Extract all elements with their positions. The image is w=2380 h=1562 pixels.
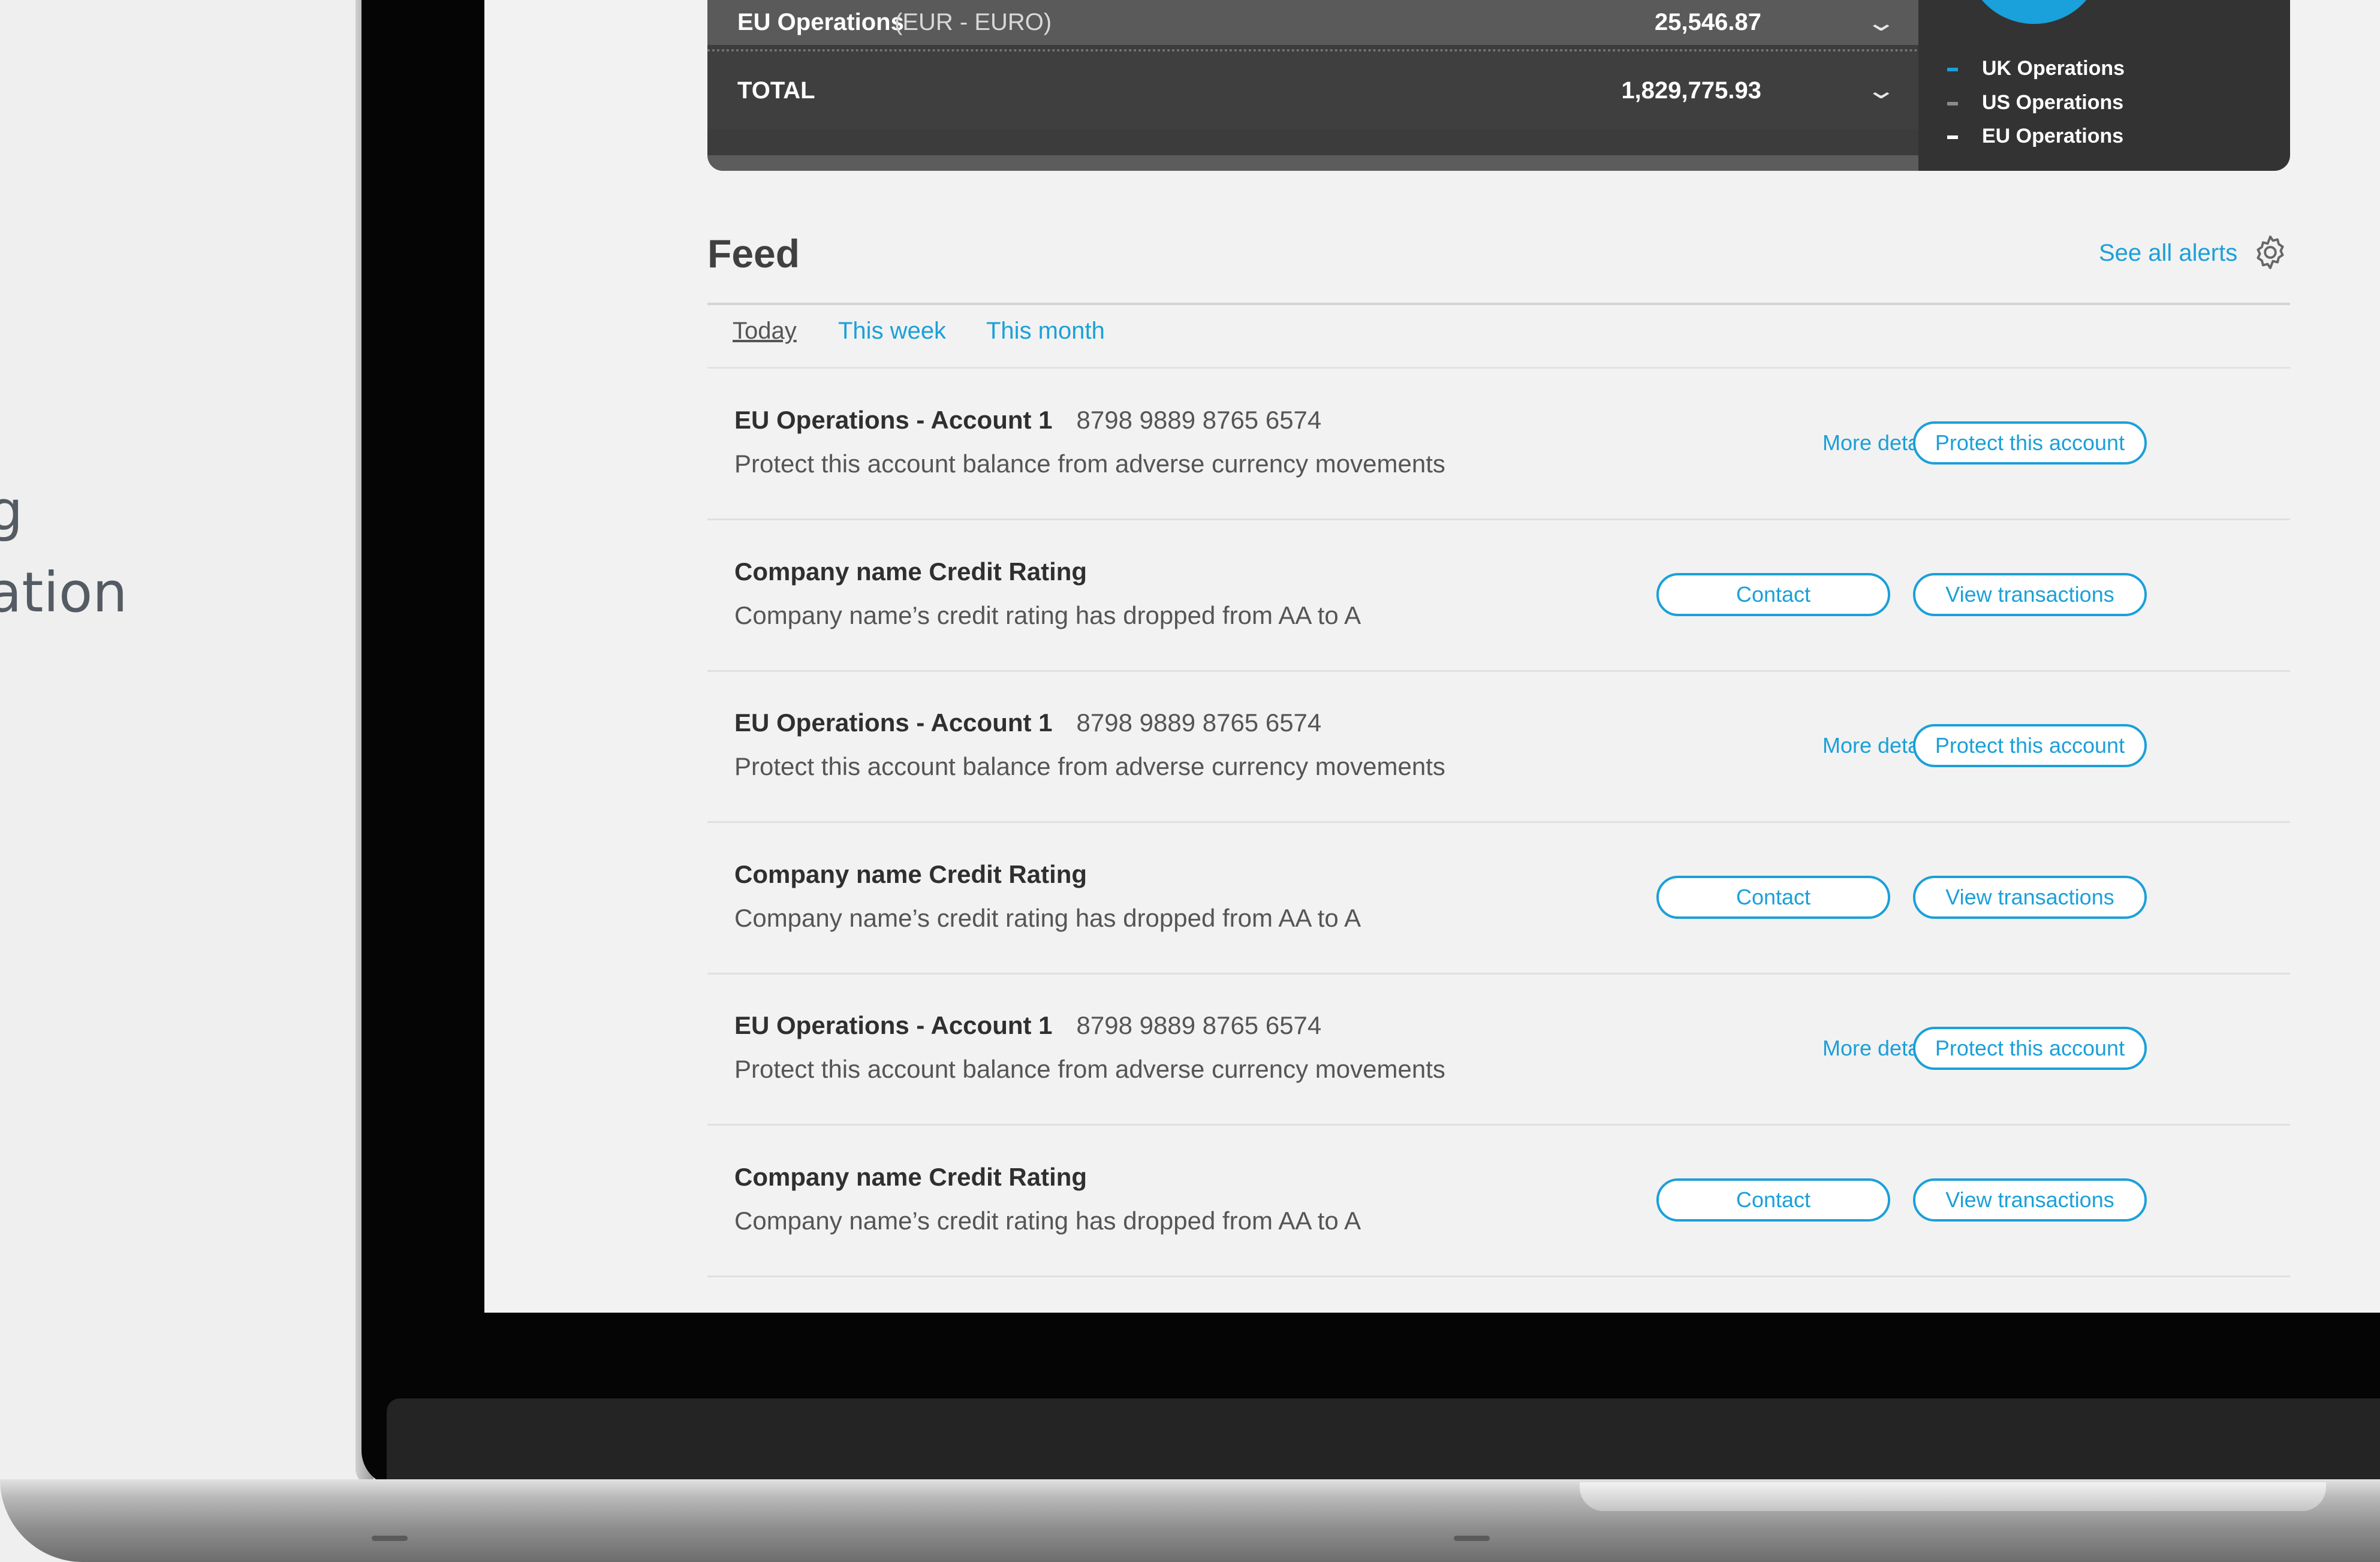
account-total-row[interactable]: TOTAL 1,829,775.93 ⌄ <box>707 49 1918 129</box>
view-transactions-button[interactable]: View transactions <box>1913 573 2147 616</box>
item-description: Protect this account balance from advers… <box>734 1055 1445 1083</box>
contact-button[interactable]: Contact <box>1656 876 1890 919</box>
account-name: EU Operations <box>737 9 904 35</box>
chevron-down-icon[interactable]: ⌄ <box>1865 77 1897 104</box>
item-title-text: Company name Credit Rating <box>734 1163 1087 1191</box>
contact-button[interactable]: Contact <box>1656 1178 1890 1222</box>
table-footer <box>707 155 1918 171</box>
see-all-alerts-link[interactable]: See all alerts <box>2099 240 2237 267</box>
caption-line-1: g <box>0 479 23 543</box>
protect-account-button[interactable]: Protect this account <box>1913 421 2147 465</box>
item-title: Company name Credit Rating <box>734 860 1087 889</box>
account-currency: (EUR - EURO) <box>894 9 1052 35</box>
account-row[interactable]: EU Operations (EUR - EURO) 25,546.87 ⌄ <box>707 0 1918 45</box>
tab-today[interactable]: Today <box>733 318 797 345</box>
account-name: TOTAL <box>737 77 815 104</box>
tab-this-month[interactable]: This month <box>986 318 1105 345</box>
list-item: EU Operations - Account 1 8798 9889 8765 … <box>707 974 2290 1126</box>
item-description: Protect this account balance from advers… <box>734 752 1445 780</box>
list-item: EU Operations - Account 1 8798 9889 8765 … <box>707 369 2290 520</box>
item-title-text: Company name Credit Rating <box>734 557 1087 586</box>
legend-item: US Operations <box>1947 91 2123 114</box>
item-description: Company name’s credit rating has dropped… <box>734 1207 1361 1235</box>
laptop-hinge-notch <box>1580 1482 2326 1511</box>
laptop-foot <box>1454 1536 1490 1541</box>
legend-label: UK Operations <box>1982 57 2125 80</box>
accounts-table: EU Operations (EUR - EURO) 25,546.87 ⌄ T… <box>707 0 1918 171</box>
view-transactions-button[interactable]: View transactions <box>1913 876 2147 919</box>
item-title: Company name Credit Rating <box>734 1163 1087 1192</box>
laptop-bezel <box>387 1398 2380 1479</box>
account-number: 8798 9889 8765 6574 <box>1076 406 1322 434</box>
caption-line-2: ation <box>0 560 128 625</box>
list-item: Company name Credit Rating Company name’… <box>707 823 2290 975</box>
contact-button[interactable]: Contact <box>1656 573 1890 616</box>
item-title: EU Operations - Account 1 8798 9889 8765 … <box>734 406 1321 435</box>
feed-title: Feed <box>707 231 800 276</box>
legend-swatch <box>1947 102 1958 106</box>
background-caption: g ation <box>0 471 128 634</box>
item-title-text: Company name Credit Rating <box>734 860 1087 888</box>
legend-item: EU Operations <box>1947 125 2123 148</box>
legend-item: UK Operations <box>1947 57 2125 80</box>
account-number: 8798 9889 8765 6574 <box>1076 1011 1322 1039</box>
item-description: Protect this account balance from advers… <box>734 450 1445 478</box>
item-title-text: EU Operations - Account 1 <box>734 1011 1053 1039</box>
gear-icon[interactable] <box>2251 233 2290 272</box>
item-title: Company name Credit Rating <box>734 557 1087 586</box>
account-amount: 25,546.87 <box>1655 9 1761 35</box>
tab-this-week[interactable]: This week <box>838 318 946 345</box>
item-title-text: EU Operations - Account 1 <box>734 708 1053 737</box>
legend-swatch <box>1947 68 1958 72</box>
account-amount: 1,829,775.93 <box>1621 77 1761 104</box>
list-item: Company name Credit Rating Company name’… <box>707 520 2290 672</box>
protect-account-button[interactable]: Protect this account <box>1913 1027 2147 1070</box>
item-description: Company name’s credit rating has dropped… <box>734 601 1361 629</box>
list-item: EU Operations - Account 1 8798 9889 8765 … <box>707 671 2290 823</box>
screen: EU Operations (EUR - EURO) 25,546.87 ⌄ T… <box>484 0 2380 1313</box>
laptop-foot <box>372 1536 408 1541</box>
chevron-down-icon[interactable]: ⌄ <box>1865 9 1897 37</box>
protect-account-button[interactable]: Protect this account <box>1913 724 2147 767</box>
legend-swatch <box>1947 135 1958 140</box>
account-number: 8798 9889 8765 6574 <box>1076 708 1322 737</box>
legend-label: EU Operations <box>1982 125 2124 147</box>
view-transactions-button[interactable]: View transactions <box>1913 1178 2147 1222</box>
chart-legend-panel: UK Operations US Operations EU Operation… <box>1918 0 2290 171</box>
list-item: Company name Credit Rating Company name’… <box>707 1126 2290 1277</box>
item-title: EU Operations - Account 1 8798 9889 8765 … <box>734 708 1321 737</box>
item-title: EU Operations - Account 1 8798 9889 8765 … <box>734 1011 1321 1040</box>
legend-label: US Operations <box>1982 91 2124 114</box>
item-description: Company name’s credit rating has dropped… <box>734 904 1361 932</box>
divider <box>707 303 2290 305</box>
item-title-text: EU Operations - Account 1 <box>734 406 1053 434</box>
